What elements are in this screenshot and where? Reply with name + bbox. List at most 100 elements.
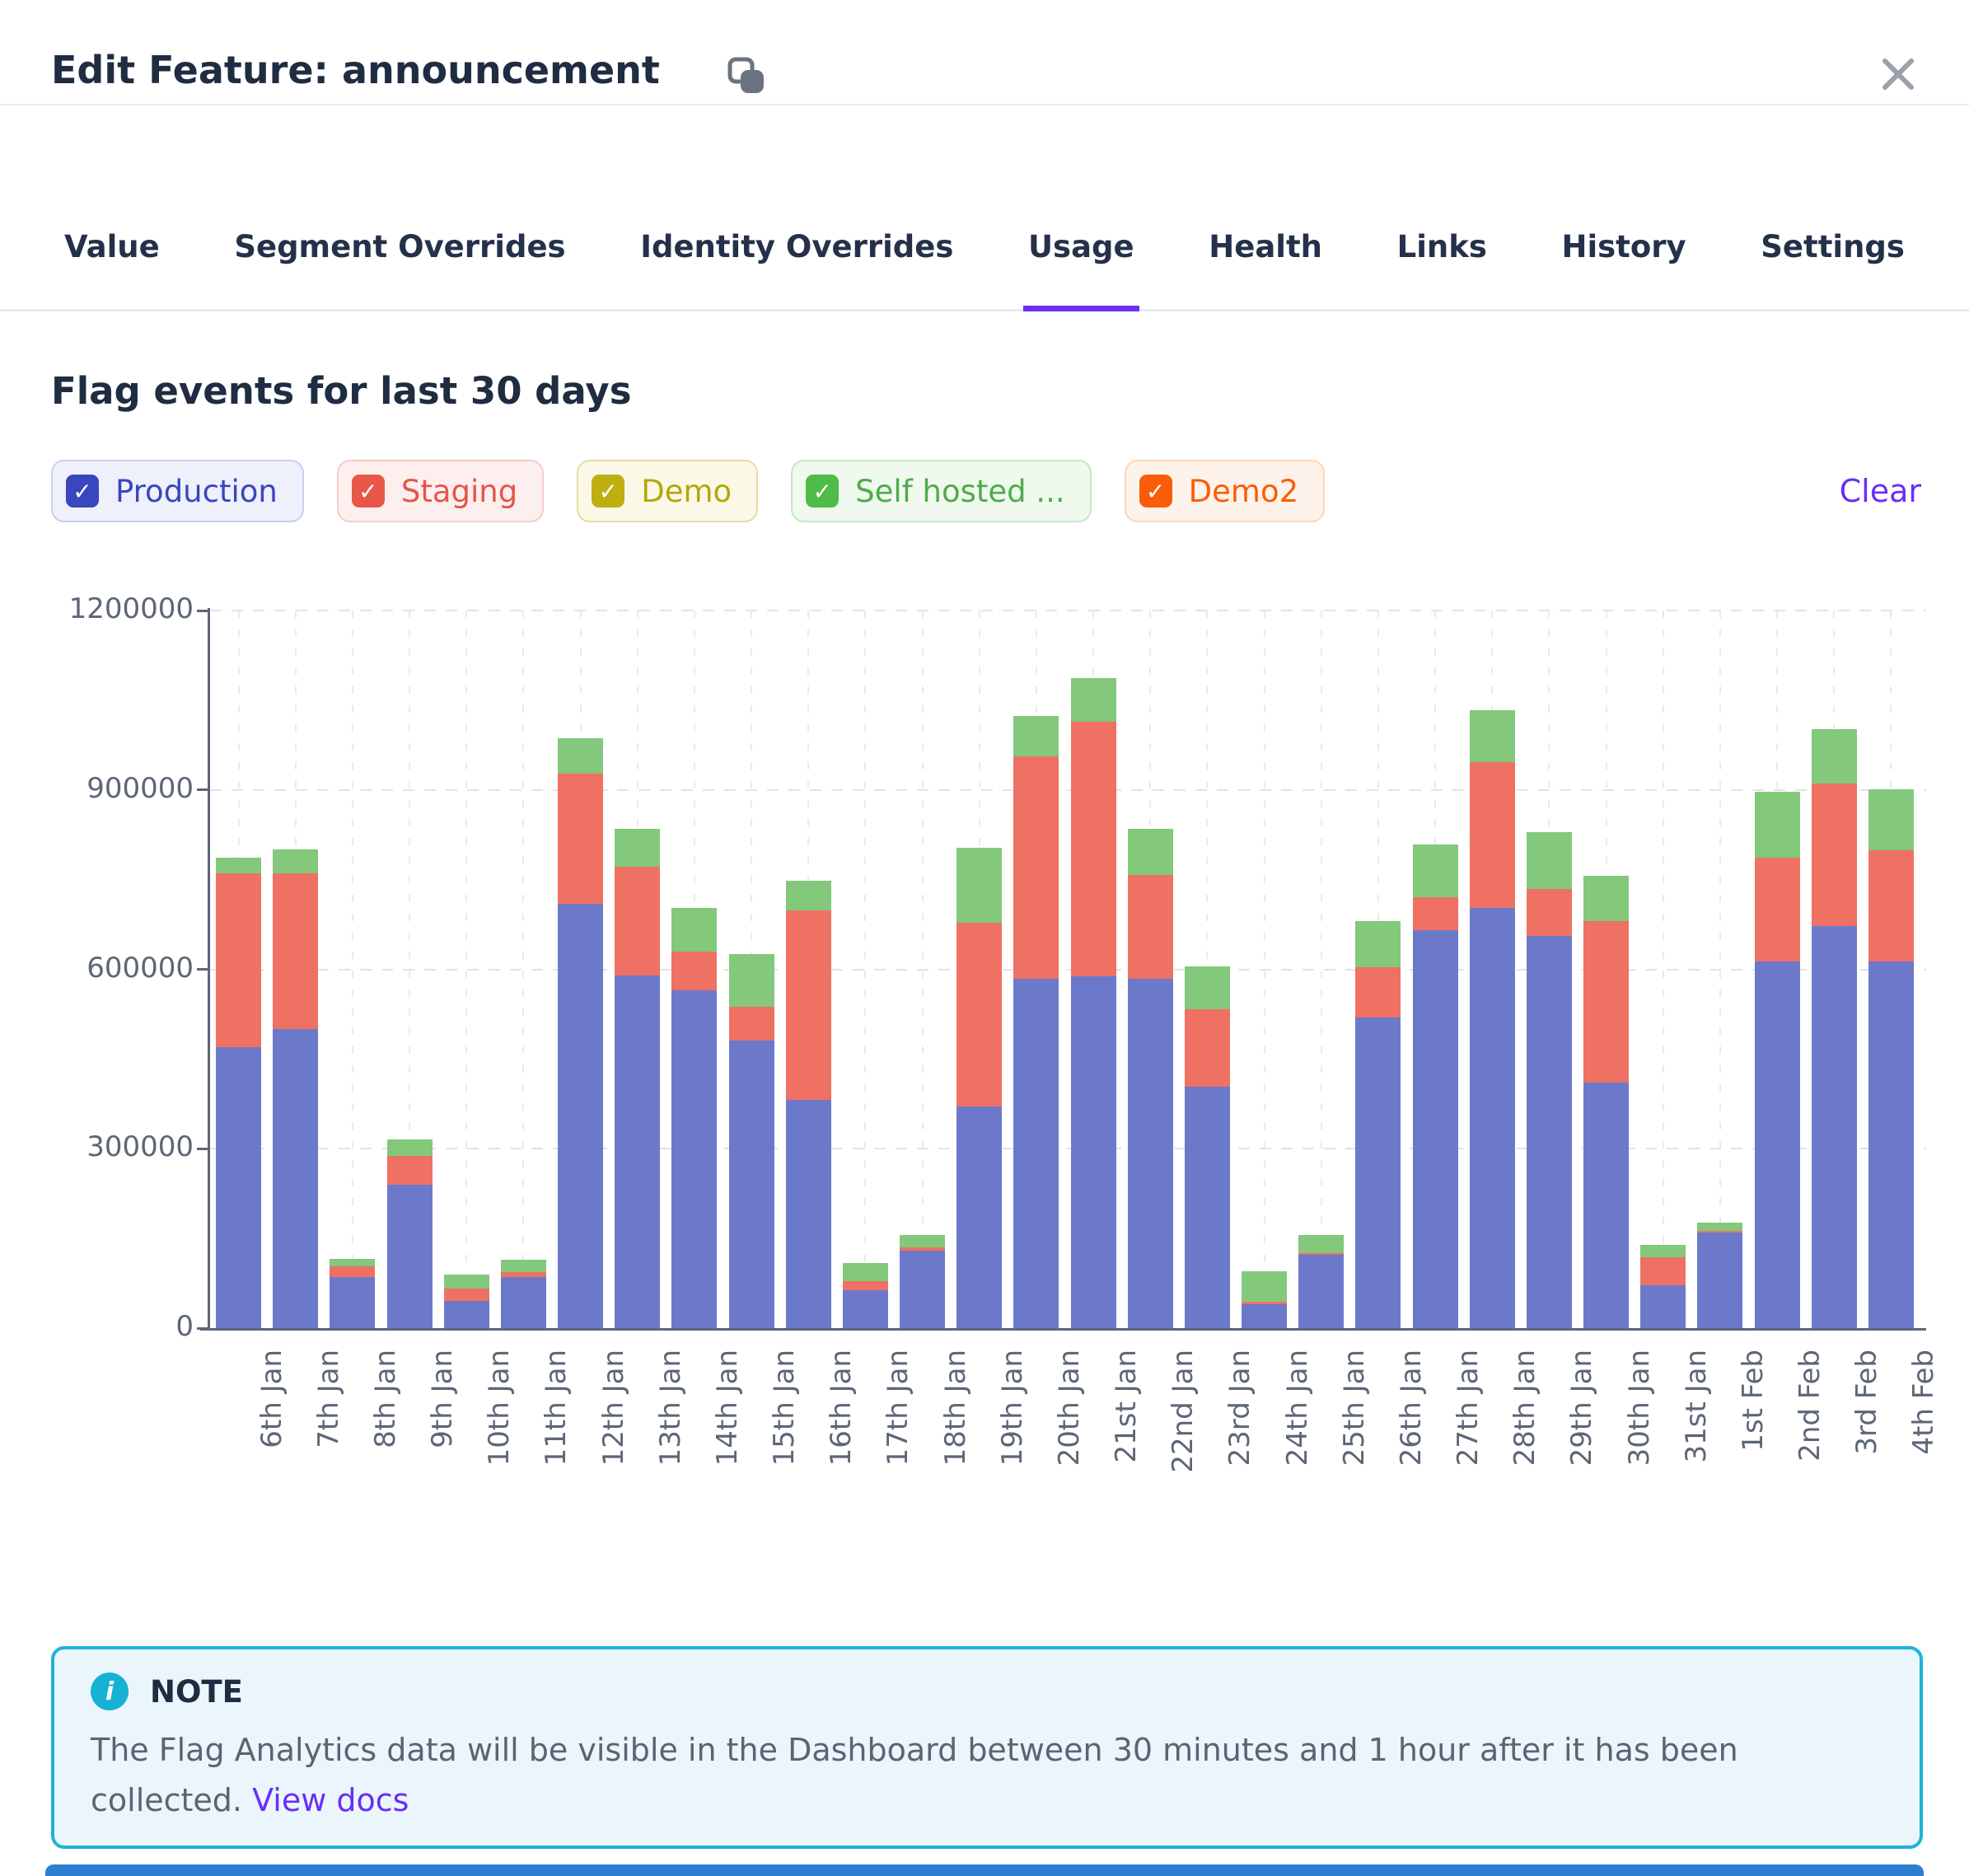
bar-segment-production[interactable] <box>1355 1018 1401 1328</box>
bar-segment-staging[interactable] <box>558 774 603 904</box>
bar-segment-production[interactable] <box>843 1290 888 1328</box>
tab-segment-overrides[interactable]: Segment Overrides <box>229 229 570 311</box>
bar-segment-self-hosted[interactable] <box>1185 966 1230 1009</box>
bar-segment-self-hosted[interactable] <box>843 1263 888 1281</box>
bar-segment-production[interactable] <box>615 975 660 1328</box>
bar-segment-production[interactable] <box>558 904 603 1328</box>
bar-segment-staging[interactable] <box>1697 1231 1742 1232</box>
bar-segment-staging[interactable] <box>786 910 831 1100</box>
bar-segment-staging[interactable] <box>956 923 1002 1107</box>
bar-segment-production[interactable] <box>444 1301 489 1328</box>
bar-segment-production[interactable] <box>671 990 717 1328</box>
bar-segment-staging[interactable] <box>843 1281 888 1290</box>
bar-segment-self-hosted[interactable] <box>956 848 1002 923</box>
bar-segment-self-hosted[interactable] <box>900 1235 945 1247</box>
bar-segment-production[interactable] <box>501 1277 546 1328</box>
bar-segment-production[interactable] <box>1583 1083 1629 1328</box>
tab-settings[interactable]: Settings <box>1756 229 1910 311</box>
bar-segment-production[interactable] <box>1413 930 1458 1328</box>
bar-segment-staging[interactable] <box>1185 1009 1230 1087</box>
checkbox-checked-icon[interactable]: ✓ <box>352 475 385 508</box>
bar-segment-staging[interactable] <box>273 873 318 1029</box>
bar-segment-self-hosted[interactable] <box>387 1139 433 1156</box>
bar-segment-self-hosted[interactable] <box>1013 716 1059 756</box>
checkbox-checked-icon[interactable]: ✓ <box>66 475 99 508</box>
bar-segment-staging[interactable] <box>729 1007 774 1041</box>
bar-segment-staging[interactable] <box>1071 722 1116 976</box>
bar-segment-staging[interactable] <box>615 867 660 975</box>
tab-history[interactable]: History <box>1557 229 1691 311</box>
bar-segment-self-hosted[interactable] <box>216 858 261 874</box>
bar-segment-self-hosted[interactable] <box>1071 678 1116 722</box>
bar-segment-self-hosted[interactable] <box>273 849 318 873</box>
bar-segment-self-hosted[interactable] <box>1298 1235 1344 1252</box>
bar-segment-staging[interactable] <box>444 1289 489 1301</box>
bar-segment-production[interactable] <box>900 1251 945 1328</box>
bar-segment-production[interactable] <box>1013 979 1059 1328</box>
bar-segment-staging[interactable] <box>1527 889 1572 936</box>
tab-value[interactable]: Value <box>59 229 165 311</box>
bar-segment-staging[interactable] <box>900 1247 945 1251</box>
bar-segment-production[interactable] <box>273 1029 318 1328</box>
bar-segment-staging[interactable] <box>1413 897 1458 930</box>
bar-segment-self-hosted[interactable] <box>786 881 831 910</box>
bar-segment-staging[interactable] <box>1013 756 1059 979</box>
tab-identity-overrides[interactable]: Identity Overrides <box>635 229 958 311</box>
view-docs-link[interactable]: View docs <box>252 1782 409 1818</box>
bar-segment-production[interactable] <box>330 1277 375 1328</box>
bar-segment-production[interactable] <box>729 1041 774 1328</box>
bar-segment-self-hosted[interactable] <box>558 738 603 774</box>
env-filter-staging[interactable]: ✓Staging <box>337 460 544 522</box>
tab-usage[interactable]: Usage <box>1023 229 1139 311</box>
bar-segment-production[interactable] <box>216 1047 261 1328</box>
tab-health[interactable]: Health <box>1204 229 1327 311</box>
copy-icon[interactable] <box>727 56 766 96</box>
bar-segment-staging[interactable] <box>1128 875 1173 979</box>
env-filter-self-hosted[interactable]: ✓Self hosted ... <box>791 460 1091 522</box>
bar-segment-staging[interactable] <box>387 1156 433 1185</box>
tab-links[interactable]: Links <box>1392 229 1492 311</box>
bar-segment-production[interactable] <box>786 1100 831 1328</box>
env-filter-demo2[interactable]: ✓Demo2 <box>1125 460 1325 522</box>
bar-segment-self-hosted[interactable] <box>1355 921 1401 968</box>
env-filter-production[interactable]: ✓Production <box>51 460 304 522</box>
bar-segment-staging[interactable] <box>1242 1302 1287 1304</box>
env-filter-demo[interactable]: ✓Demo <box>577 460 758 522</box>
bar-segment-self-hosted[interactable] <box>1640 1245 1686 1257</box>
bar-segment-staging[interactable] <box>1470 762 1515 907</box>
bar-segment-production[interactable] <box>1185 1087 1230 1328</box>
bar-segment-self-hosted[interactable] <box>1868 789 1914 850</box>
bar-segment-staging[interactable] <box>216 873 261 1046</box>
bar-segment-staging[interactable] <box>1868 850 1914 961</box>
bar-segment-production[interactable] <box>1755 961 1800 1328</box>
bar-segment-production[interactable] <box>387 1185 433 1328</box>
bar-segment-self-hosted[interactable] <box>501 1260 546 1273</box>
bar-segment-staging[interactable] <box>1755 858 1800 961</box>
bar-segment-self-hosted[interactable] <box>1812 729 1857 783</box>
bar-segment-production[interactable] <box>1697 1233 1742 1328</box>
bar-segment-self-hosted[interactable] <box>1128 829 1173 875</box>
bar-segment-staging[interactable] <box>501 1272 546 1277</box>
bar-segment-production[interactable] <box>1071 976 1116 1328</box>
bar-segment-staging[interactable] <box>1298 1253 1344 1255</box>
bar-segment-self-hosted[interactable] <box>1470 710 1515 762</box>
bar-segment-staging[interactable] <box>1812 784 1857 926</box>
checkbox-checked-icon[interactable]: ✓ <box>592 475 624 508</box>
bar-segment-self-hosted[interactable] <box>1413 844 1458 898</box>
bar-segment-production[interactable] <box>1812 926 1857 1328</box>
bar-segment-staging[interactable] <box>671 952 717 989</box>
bar-segment-staging[interactable] <box>1583 921 1629 1083</box>
bar-segment-staging[interactable] <box>1355 967 1401 1017</box>
bar-segment-self-hosted[interactable] <box>729 954 774 1007</box>
bar-segment-production[interactable] <box>1640 1285 1686 1328</box>
bar-segment-staging[interactable] <box>330 1266 375 1277</box>
clear-filters-link[interactable]: Clear <box>1840 473 1921 509</box>
bar-segment-self-hosted[interactable] <box>1697 1223 1742 1232</box>
bar-segment-self-hosted[interactable] <box>1527 832 1572 889</box>
bar-segment-production[interactable] <box>1242 1304 1287 1328</box>
bar-segment-production[interactable] <box>1470 908 1515 1328</box>
bar-segment-self-hosted[interactable] <box>1583 876 1629 920</box>
bar-segment-production[interactable] <box>1527 936 1572 1328</box>
bar-segment-production[interactable] <box>1128 979 1173 1328</box>
bar-segment-production[interactable] <box>956 1106 1002 1328</box>
